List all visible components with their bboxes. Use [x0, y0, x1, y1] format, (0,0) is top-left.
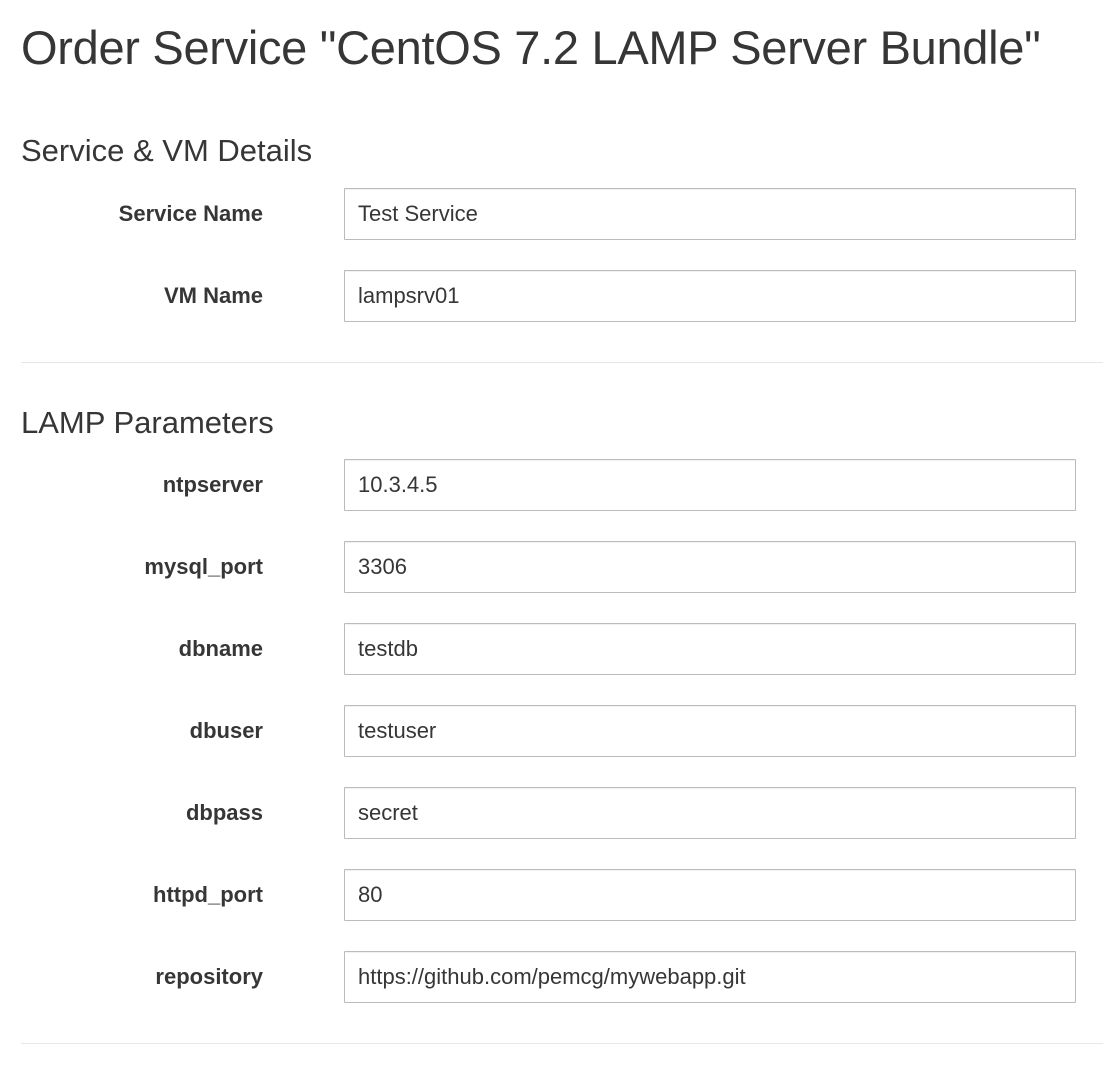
form-row-vm-name: VM Name [0, 270, 1103, 322]
vm-name-input[interactable] [344, 270, 1076, 322]
order-service-page: Order Service "CentOS 7.2 LAMP Server Bu… [0, 0, 1103, 1080]
dbpass-label: dbpass [185, 800, 263, 825]
section-title-service-vm-details: Service & VM Details [21, 133, 313, 168]
repository-input[interactable] [344, 951, 1076, 1003]
ntpserver-label: ntpserver [162, 472, 263, 497]
mysql-port-label: mysql_port [144, 554, 263, 579]
vm-name-label: VM Name [163, 283, 263, 308]
form-row-dbpass: dbpass [0, 787, 1103, 839]
dbuser-input[interactable] [344, 705, 1076, 757]
service-name-label: Service Name [118, 201, 263, 226]
form-row-service-name: Service Name [0, 188, 1103, 240]
httpd-port-label: httpd_port [153, 882, 263, 907]
form-row-httpd-port: httpd_port [0, 869, 1103, 921]
form-row-repository: repository [0, 951, 1103, 1003]
form-row-dbuser: dbuser [0, 705, 1103, 757]
form-row-mysql-port: mysql_port [0, 541, 1103, 593]
service-name-input[interactable] [344, 188, 1076, 240]
mysql-port-input[interactable] [344, 541, 1076, 593]
dbname-label: dbname [178, 636, 263, 661]
ntpserver-input[interactable] [344, 459, 1076, 511]
httpd-port-input[interactable] [344, 869, 1076, 921]
section-divider-bottom [21, 1043, 1103, 1044]
dbpass-input[interactable] [344, 787, 1076, 839]
form-row-ntpserver: ntpserver [0, 459, 1103, 511]
section-divider [21, 362, 1103, 363]
dbuser-label: dbuser [189, 718, 263, 743]
form-row-dbname: dbname [0, 623, 1103, 675]
section-title-lamp-parameters: LAMP Parameters [21, 405, 274, 440]
dbname-input[interactable] [344, 623, 1076, 675]
page-title: Order Service "CentOS 7.2 LAMP Server Bu… [21, 21, 1041, 74]
repository-label: repository [155, 964, 263, 989]
